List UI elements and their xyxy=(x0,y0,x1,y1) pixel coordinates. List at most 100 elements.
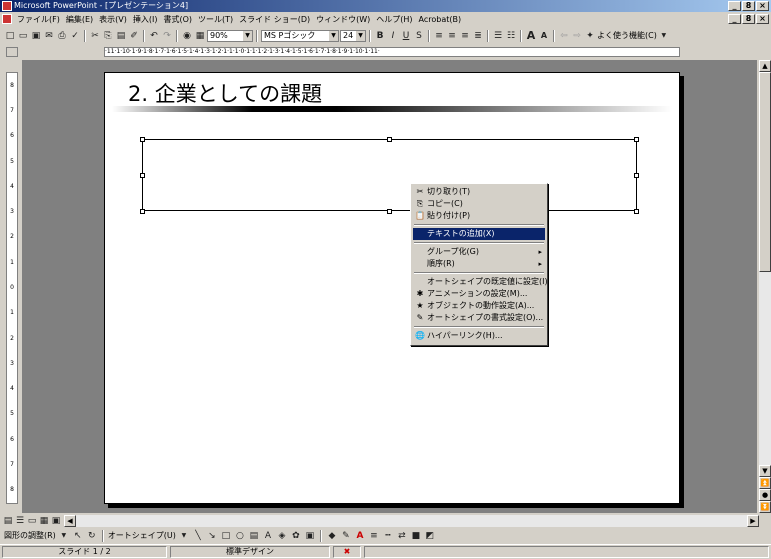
demote-icon[interactable]: ⇨ xyxy=(571,30,583,42)
bold-button[interactable]: B xyxy=(374,30,386,42)
underline-button[interactable]: U xyxy=(400,30,412,42)
menu-item-group[interactable]: グループ化(G) ▸ xyxy=(413,246,545,258)
arrow-style-icon[interactable]: ⇄ xyxy=(396,530,408,542)
oval-tool-icon[interactable]: ○ xyxy=(234,530,246,542)
align-left-icon[interactable]: ≡ xyxy=(433,30,445,42)
minimize-button[interactable]: _ xyxy=(728,1,741,11)
menu-format[interactable]: 書式(O) xyxy=(160,12,195,27)
draw-menu-button[interactable]: 図形の調整(R) xyxy=(4,530,56,541)
select-browse-icon[interactable]: ● xyxy=(759,489,771,501)
undo-icon[interactable]: ↶ xyxy=(148,30,160,42)
menu-help[interactable]: ヘルプ(H) xyxy=(373,12,415,27)
resize-handle[interactable] xyxy=(634,173,639,178)
wordart-tool-icon[interactable]: A xyxy=(262,530,274,542)
italic-button[interactable]: I xyxy=(387,30,399,42)
menu-file[interactable]: ファイル(F) xyxy=(14,12,63,27)
justify-icon[interactable]: ≣ xyxy=(472,30,484,42)
menu-window[interactable]: ウィンドウ(W) xyxy=(313,12,373,27)
textbox-tool-icon[interactable]: ▤ xyxy=(248,530,260,542)
resize-handle[interactable] xyxy=(140,173,145,178)
slide-view-icon[interactable]: ▭ xyxy=(26,515,38,527)
email-icon[interactable]: ✉ xyxy=(43,30,55,42)
scroll-right-icon[interactable]: ▶ xyxy=(747,515,759,527)
resize-handle[interactable] xyxy=(387,209,392,214)
align-center-icon[interactable]: ≡ xyxy=(446,30,458,42)
arrow-tool-icon[interactable]: ↘ xyxy=(206,530,218,542)
resize-handle[interactable] xyxy=(387,137,392,142)
menu-item-action-settings[interactable]: ★ オブジェクトの動作設定(A)... xyxy=(413,300,545,312)
shrink-font-button[interactable]: A xyxy=(538,30,550,42)
chevron-down-icon[interactable]: ▼ xyxy=(243,30,252,41)
open-icon[interactable]: ▭ xyxy=(17,30,29,42)
font-combo[interactable]: MS Pゴシック ▼ xyxy=(261,29,339,42)
hyperlink-icon[interactable]: ◉ xyxy=(181,30,193,42)
menu-item-format-autoshape[interactable]: ✎ オートシェイプの書式設定(O)... xyxy=(413,312,545,324)
resize-handle[interactable] xyxy=(140,137,145,142)
menu-edit[interactable]: 編集(E) xyxy=(63,12,96,27)
menu-item-hyperlink[interactable]: 🌐 ハイパーリンク(H)... xyxy=(413,330,545,342)
line-tool-icon[interactable]: ╲ xyxy=(192,530,204,542)
menu-item-set-default[interactable]: オートシェイプの既定値に設定(I) xyxy=(413,276,548,288)
3d-style-icon[interactable]: ◩ xyxy=(424,530,436,542)
dash-style-icon[interactable]: ┅ xyxy=(382,530,394,542)
menu-item-order[interactable]: 順序(R) ▸ xyxy=(413,258,545,270)
picture-tool-icon[interactable]: ▣ xyxy=(304,530,316,542)
chevron-down-icon[interactable]: ▼ xyxy=(658,30,670,42)
common-tasks-button[interactable]: よく使う機能(C) xyxy=(597,30,657,41)
doc-close-button[interactable]: × xyxy=(756,14,769,24)
numbering-icon[interactable]: ☰ xyxy=(492,30,504,42)
bullets-icon[interactable]: ☷ xyxy=(505,30,517,42)
grow-font-button[interactable]: A xyxy=(525,29,537,42)
menu-item-custom-animation[interactable]: ✱ アニメーションの設定(M)... xyxy=(413,288,545,300)
chevron-down-icon[interactable]: ▼ xyxy=(178,530,190,542)
prev-slide-icon[interactable]: ⏫ xyxy=(759,477,771,489)
cut-icon[interactable]: ✂ xyxy=(89,30,101,42)
menu-item-cut[interactable]: ✂ 切り取り(T) xyxy=(413,186,545,198)
slide-title[interactable]: 2. 企業としての課題 xyxy=(128,78,322,108)
menu-slideshow[interactable]: スライド ショー(D) xyxy=(236,12,313,27)
resize-handle[interactable] xyxy=(634,209,639,214)
normal-view-icon[interactable]: ▤ xyxy=(2,515,14,527)
diagram-tool-icon[interactable]: ◈ xyxy=(276,530,288,542)
align-right-icon[interactable]: ≡ xyxy=(459,30,471,42)
resize-handle[interactable] xyxy=(140,209,145,214)
menu-tools[interactable]: ツール(T) xyxy=(195,12,236,27)
app-icon[interactable] xyxy=(2,1,12,11)
chevron-down-icon[interactable]: ▼ xyxy=(58,530,70,542)
doc-icon[interactable] xyxy=(2,14,12,24)
slide-canvas[interactable] xyxy=(104,72,680,504)
copy-icon[interactable]: ⎘ xyxy=(102,30,114,42)
chevron-down-icon[interactable]: ▼ xyxy=(329,30,338,41)
save-icon[interactable]: ▣ xyxy=(30,30,42,42)
sorter-view-icon[interactable]: ▦ xyxy=(38,515,50,527)
promote-icon[interactable]: ⇦ xyxy=(558,30,570,42)
selected-autoshape[interactable] xyxy=(142,139,637,211)
menu-item-paste[interactable]: 📋 貼り付け(P) xyxy=(413,210,545,222)
clipart-tool-icon[interactable]: ✿ xyxy=(290,530,302,542)
scroll-left-icon[interactable]: ◀ xyxy=(64,515,76,527)
paste-icon[interactable]: ▤ xyxy=(115,30,127,42)
rectangle-tool-icon[interactable]: □ xyxy=(220,530,232,542)
outline-view-icon[interactable]: ☰ xyxy=(14,515,26,527)
line-color-icon[interactable]: ✎ xyxy=(340,530,352,542)
new-icon[interactable]: □ xyxy=(4,30,16,42)
close-button[interactable]: × xyxy=(756,1,769,11)
menu-insert[interactable]: 挿入(I) xyxy=(130,12,161,27)
doc-minimize-button[interactable]: _ xyxy=(728,14,741,24)
scroll-thumb[interactable] xyxy=(759,72,771,272)
resize-handle[interactable] xyxy=(634,137,639,142)
spellcheck-status-icon[interactable]: ✖ xyxy=(333,546,361,558)
table-icon[interactable]: ▦ xyxy=(194,30,206,42)
line-style-icon[interactable]: ≡ xyxy=(368,530,380,542)
font-size-combo[interactable]: 24 ▼ xyxy=(340,29,366,42)
slideshow-view-icon[interactable]: ▣ xyxy=(50,515,62,527)
doc-restore-button[interactable]: 8 xyxy=(742,14,755,24)
spelling-icon[interactable]: ✓ xyxy=(69,30,81,42)
redo-icon[interactable]: ↷ xyxy=(161,30,173,42)
font-color-icon[interactable]: A xyxy=(354,530,366,542)
menu-acrobat[interactable]: Acrobat(B) xyxy=(416,12,465,27)
menu-view[interactable]: 表示(V) xyxy=(96,12,130,27)
format-painter-icon[interactable]: ✐ xyxy=(128,30,140,42)
next-slide-icon[interactable]: ⏬ xyxy=(759,501,771,513)
zoom-combo[interactable]: 90% ▼ xyxy=(207,29,253,42)
